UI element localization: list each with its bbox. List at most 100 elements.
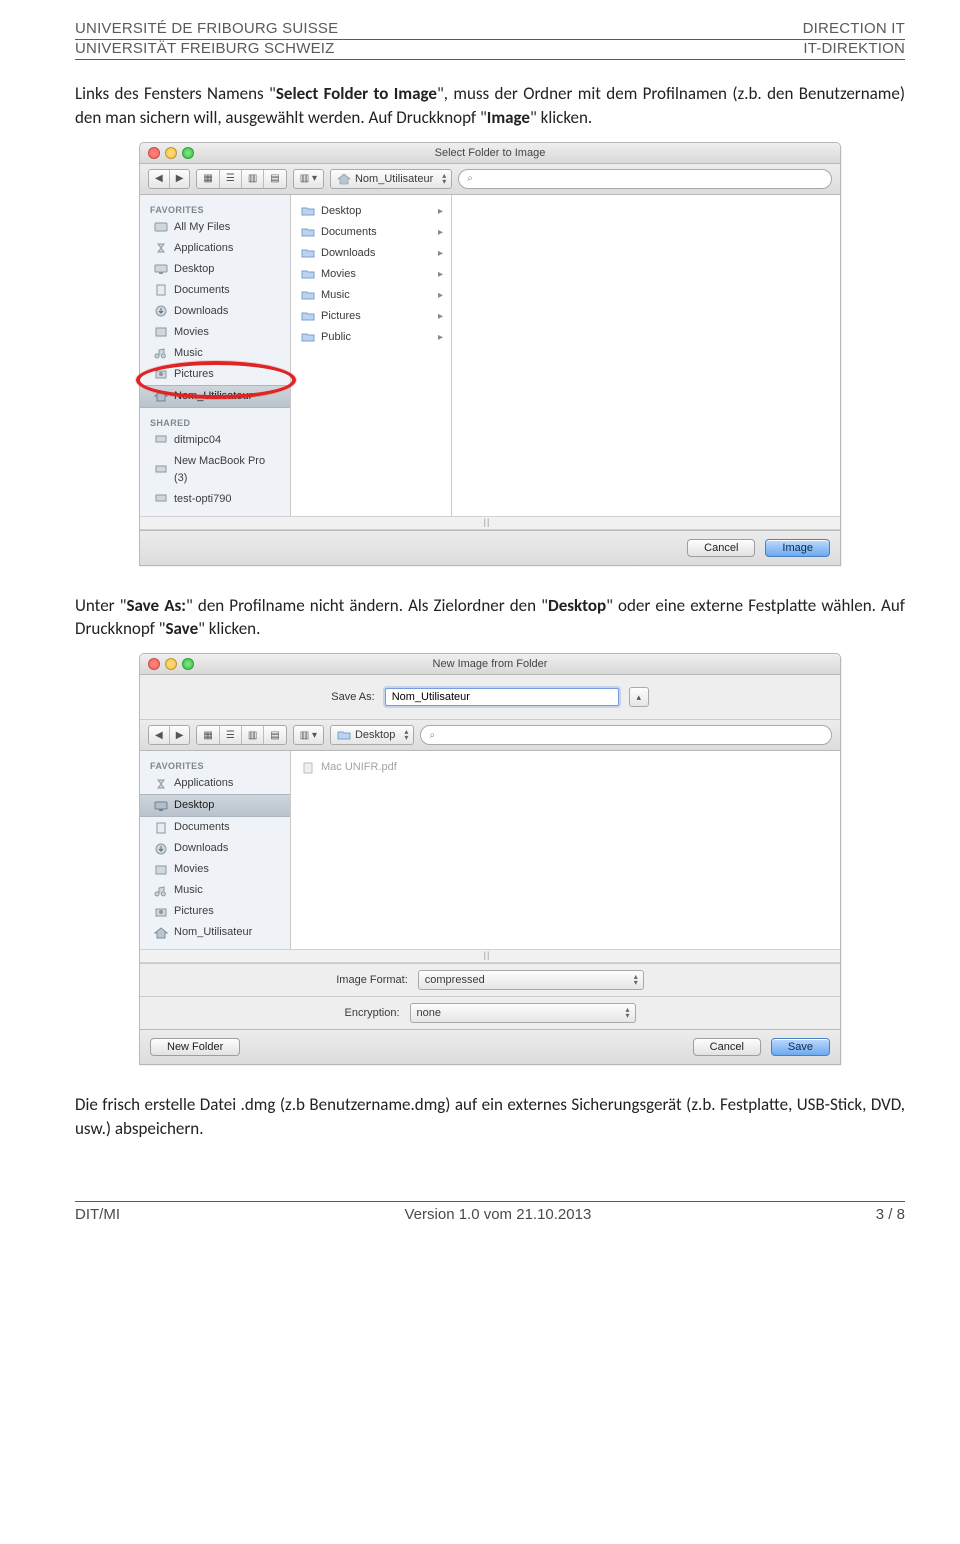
sidebar-item-movies[interactable]: Movies [140, 322, 290, 343]
preview-column [452, 195, 840, 516]
titlebar[interactable]: Select Folder to Image [140, 143, 840, 164]
sidebar-item-desktop[interactable]: Desktop [140, 259, 290, 280]
movies-icon [154, 864, 168, 876]
music-icon [154, 347, 168, 359]
folder-pictures[interactable]: Pictures▸ [291, 306, 451, 327]
downloads-icon [154, 843, 168, 855]
sidebar-item-music[interactable]: Music [140, 880, 290, 901]
chevron-right-icon: ▸ [438, 329, 443, 346]
page-header: UNIVERSITÉ DE FRIBOURG SUISSE DIRECTION … [75, 20, 905, 60]
stepper-arrows-icon: ▴▾ [404, 729, 408, 741]
window-title: New Image from Folder [433, 658, 548, 670]
save-as-label: Save As: [331, 691, 374, 703]
header-fr: UNIVERSITÉ DE FRIBOURG SUISSE [75, 20, 338, 37]
close-icon[interactable] [148, 658, 160, 670]
nav-back-forward[interactable]: ◀▶ [148, 725, 190, 745]
stepper-arrows-icon: ▴▾ [626, 1007, 630, 1019]
chevron-right-icon: ▸ [438, 224, 443, 241]
format-select[interactable]: compressed▴▾ [418, 970, 644, 990]
sidebar-item-downloads[interactable]: Downloads [140, 838, 290, 859]
save-as-input[interactable] [385, 688, 619, 706]
zoom-icon[interactable] [182, 658, 194, 670]
zoom-icon[interactable] [182, 147, 194, 159]
home-icon [337, 173, 351, 185]
sidebar-item-applications[interactable]: Applications [140, 238, 290, 259]
dialog-footer: New Folder Cancel Save [140, 1029, 840, 1064]
pdf-icon [301, 762, 315, 774]
sidebar-item-nom-utilisateur[interactable]: Nom_Utilisateur [140, 922, 290, 943]
titlebar[interactable]: New Image from Folder [140, 654, 840, 675]
resize-grip[interactable]: || [140, 949, 840, 963]
nav-back-forward[interactable]: ◀▶ [148, 169, 190, 189]
folder-column: Desktop▸ Documents▸ Downloads▸ Movies▸ M… [291, 195, 452, 516]
allfiles-icon [154, 221, 168, 233]
sidebar-item-desktop[interactable]: Desktop [140, 794, 290, 817]
view-switcher[interactable]: ▦☰▥▤ [196, 169, 286, 189]
folder-public[interactable]: Public▸ [291, 327, 451, 348]
cancel-button[interactable]: Cancel [687, 539, 755, 557]
minimize-icon[interactable] [165, 147, 177, 159]
arrange-button[interactable]: ▥ ▾ [293, 725, 324, 745]
paragraph-3: Die frisch erstelle Datei .dmg (z.b Benu… [75, 1093, 905, 1141]
window-title: Select Folder to Image [435, 147, 546, 159]
sidebar-item-documents[interactable]: Documents [140, 817, 290, 838]
apps-icon [154, 778, 168, 790]
search-input[interactable]: ⌕ [420, 725, 832, 745]
image-button[interactable]: Image [765, 539, 830, 557]
sidebar-item-nom-utilisateur[interactable]: Nom_Utilisateur [140, 385, 290, 408]
music-icon [154, 885, 168, 897]
file-column: Mac UNIFR.pdf [291, 751, 840, 949]
path-popup[interactable]: Nom_Utilisateur ▴▾ [330, 169, 452, 189]
folder-icon [301, 268, 315, 280]
folder-icon [301, 331, 315, 343]
resize-grip[interactable]: || [140, 516, 840, 530]
footer-left: DIT/MI [75, 1206, 120, 1223]
paragraph-2: Unter "Save As:" den Profilname nicht än… [75, 594, 905, 642]
folder-icon [301, 310, 315, 322]
save-as-row: Save As: ▴ [140, 675, 840, 720]
folder-desktop[interactable]: Desktop▸ [291, 201, 451, 222]
sidebar-item-pictures[interactable]: Pictures [140, 364, 290, 385]
cancel-button[interactable]: Cancel [693, 1038, 761, 1056]
folder-downloads[interactable]: Downloads▸ [291, 243, 451, 264]
disclosure-button[interactable]: ▴ [629, 687, 649, 707]
arrange-button[interactable]: ▥ ▾ [293, 169, 324, 189]
finder-toolbar: ◀▶ ▦☰▥▤ ▥ ▾ Nom_Utilisateur ▴▾ ⌕ [140, 164, 840, 195]
apps-icon [154, 242, 168, 254]
sidebar-item-documents[interactable]: Documents [140, 280, 290, 301]
sidebar-shared-2[interactable]: test-opti790 [140, 489, 290, 510]
sidebar-shared-1[interactable]: New MacBook Pro (3) [140, 451, 290, 489]
folder-movies[interactable]: Movies▸ [291, 264, 451, 285]
footer-center: Version 1.0 vom 21.10.2013 [405, 1206, 592, 1223]
computer-icon [154, 434, 168, 446]
folder-documents[interactable]: Documents▸ [291, 222, 451, 243]
header-de: UNIVERSITÄT FREIBURG SCHWEIZ [75, 40, 335, 57]
sidebar-item-applications[interactable]: Applications [140, 773, 290, 794]
favorites-header: FAVORITES [140, 201, 290, 217]
search-icon: ⌕ [429, 730, 435, 741]
file-item[interactable]: Mac UNIFR.pdf [291, 757, 840, 778]
path-popup[interactable]: Desktop ▴▾ [330, 725, 414, 745]
sidebar-item-music[interactable]: Music [140, 343, 290, 364]
chevron-right-icon: ▸ [438, 308, 443, 325]
folder-music[interactable]: Music▸ [291, 285, 451, 306]
folder-icon [301, 205, 315, 217]
chevron-right-icon: ▸ [438, 203, 443, 220]
home-icon [154, 927, 168, 939]
computer-icon [154, 464, 168, 476]
view-switcher[interactable]: ▦☰▥▤ [196, 725, 286, 745]
sidebar-item-movies[interactable]: Movies [140, 859, 290, 880]
folder-icon [301, 247, 315, 259]
window-new-image: New Image from Folder Save As: ▴ ◀▶ ▦☰▥▤… [139, 653, 841, 1065]
sidebar-item-pictures[interactable]: Pictures [140, 901, 290, 922]
documents-icon [154, 284, 168, 296]
minimize-icon[interactable] [165, 658, 177, 670]
save-button[interactable]: Save [771, 1038, 830, 1056]
sidebar-shared-0[interactable]: ditmipc04 [140, 430, 290, 451]
encryption-select[interactable]: none▴▾ [410, 1003, 636, 1023]
sidebar-item-allmyfiles[interactable]: All My Files [140, 217, 290, 238]
sidebar-item-downloads[interactable]: Downloads [140, 301, 290, 322]
new-folder-button[interactable]: New Folder [150, 1038, 240, 1056]
close-icon[interactable] [148, 147, 160, 159]
search-input[interactable]: ⌕ [458, 169, 832, 189]
